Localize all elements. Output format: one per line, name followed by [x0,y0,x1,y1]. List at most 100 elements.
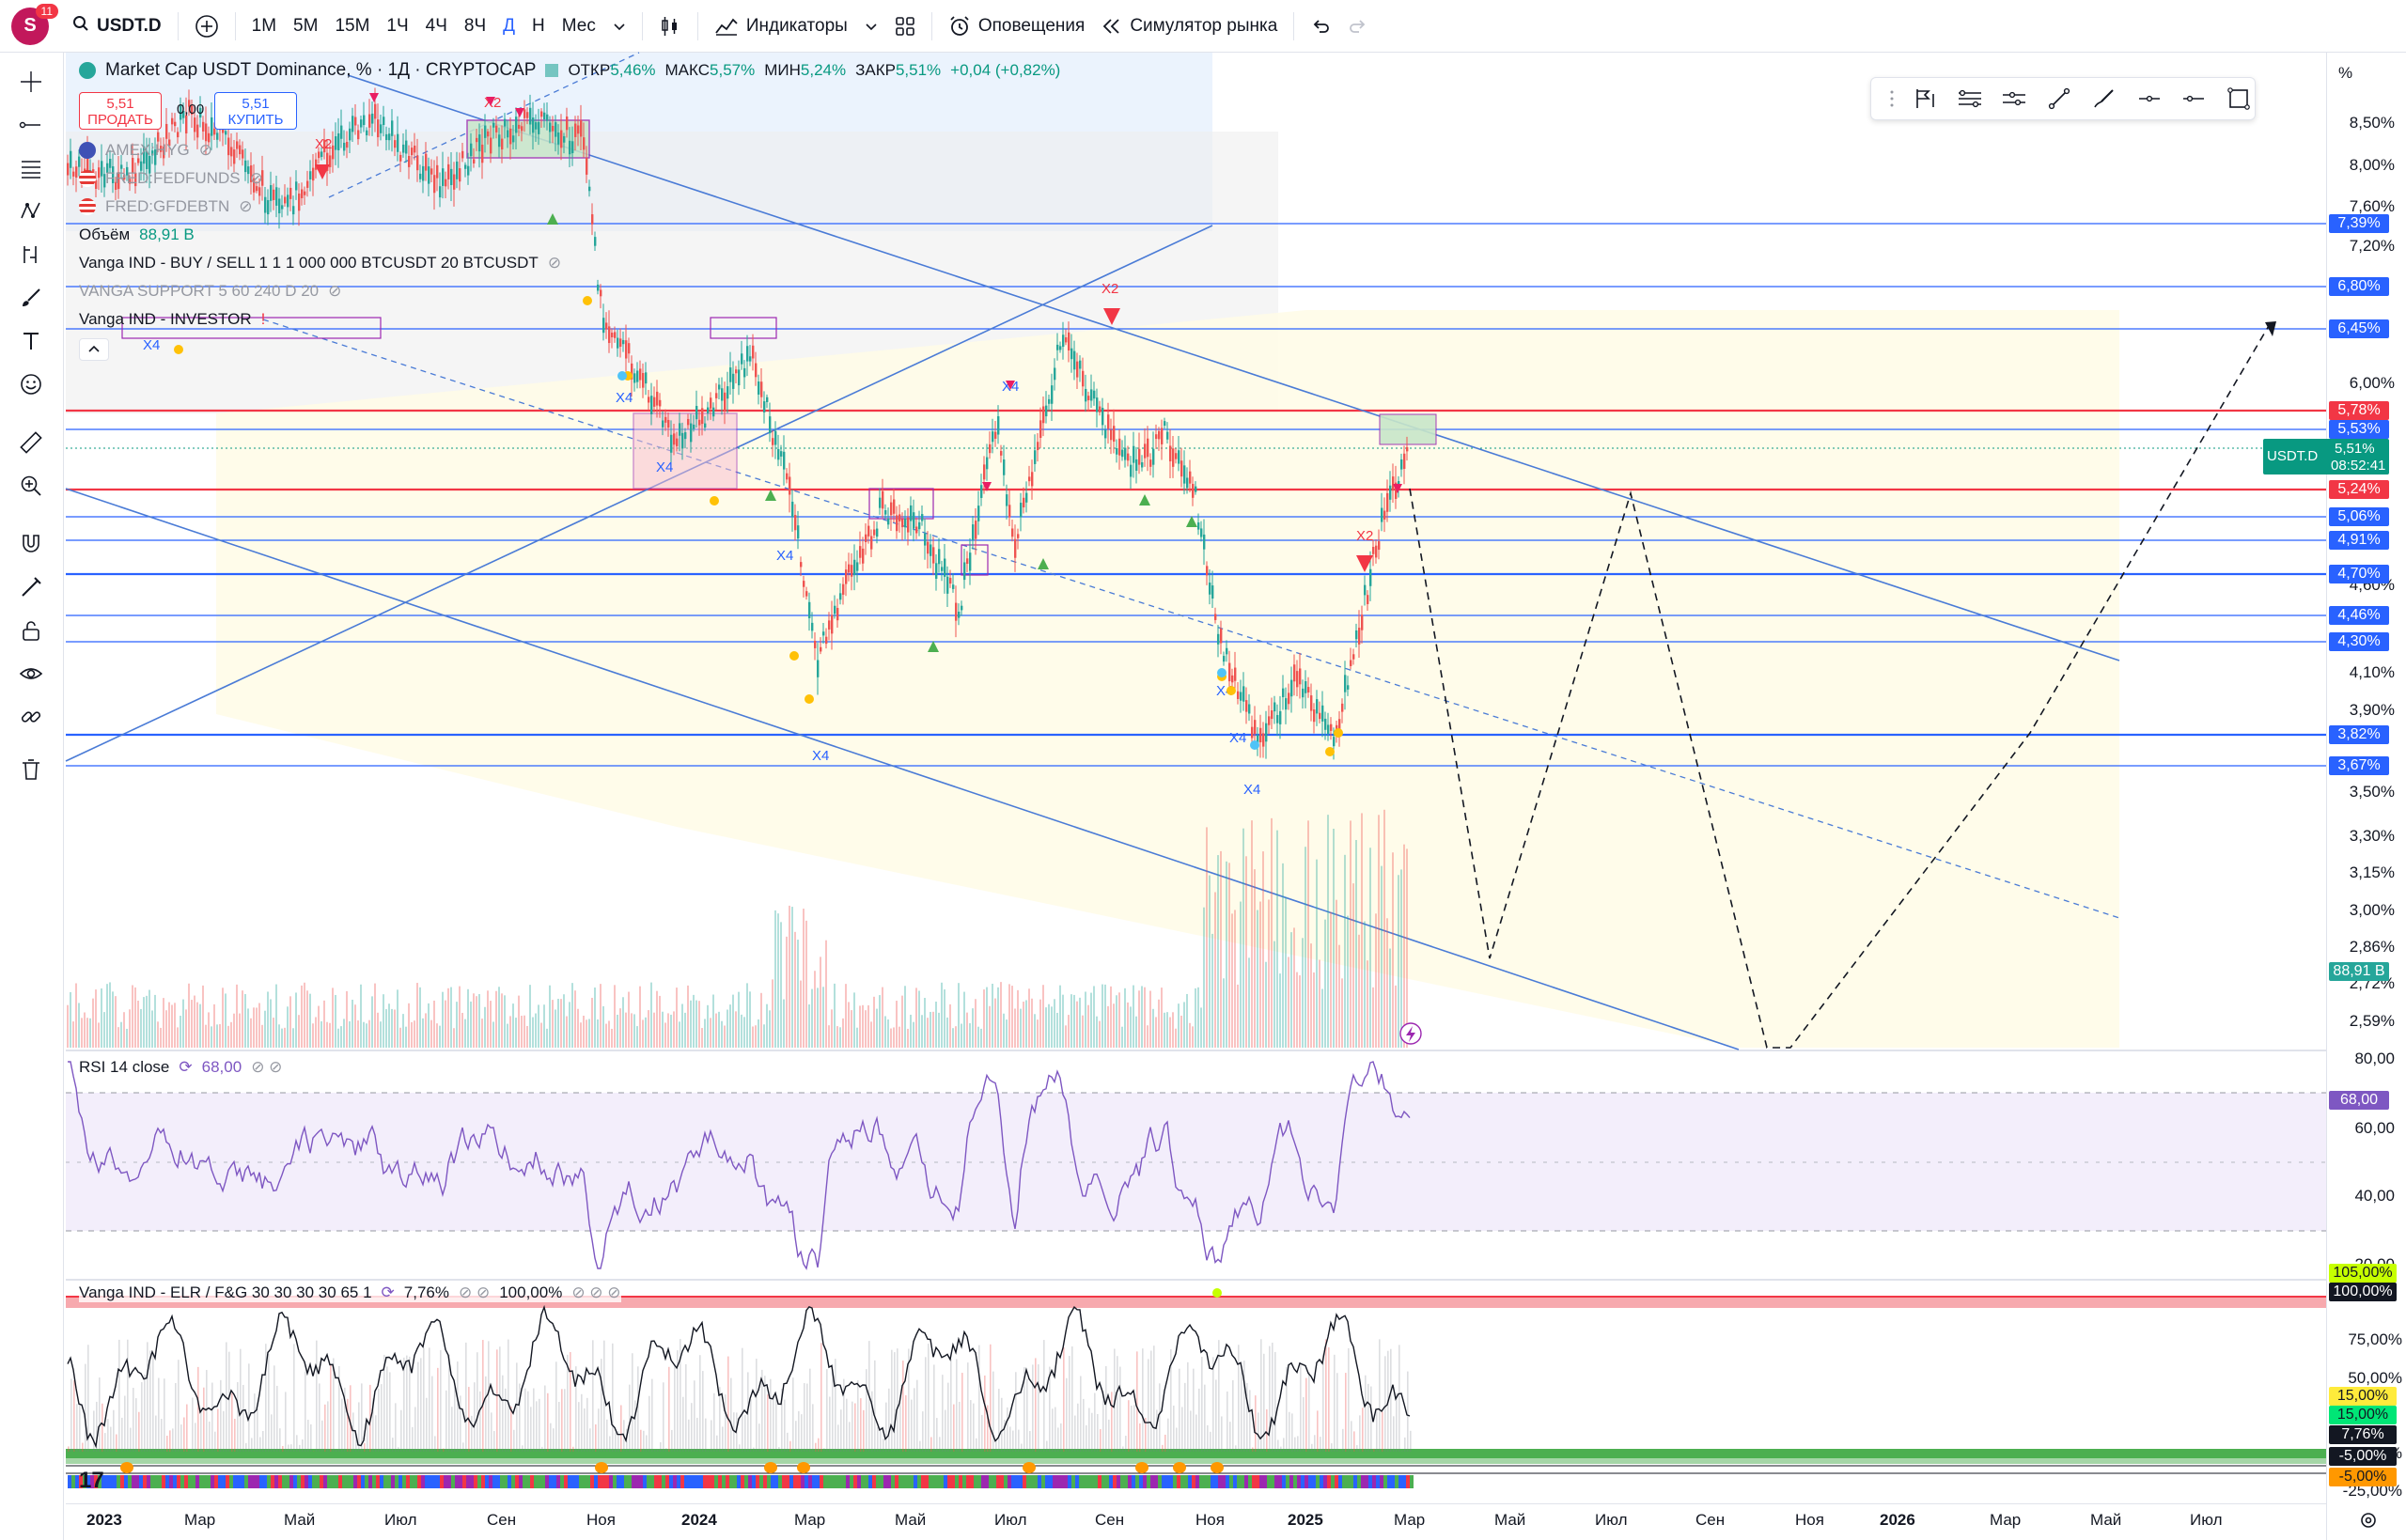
volume-bar [695,1000,697,1048]
horizontal-line-icon[interactable] [2133,83,2165,115]
strip-cell [271,1475,274,1488]
volume-bar [927,1018,929,1048]
ray-line-icon[interactable] [2178,83,2210,115]
elr-bar [1379,1339,1381,1452]
signal-dot [805,694,814,704]
volume-bar [1008,984,1010,1048]
strip-cell [1056,1475,1060,1488]
elr-bar [1365,1375,1367,1452]
elr-badge: 7,76% [2329,1425,2397,1444]
indicator-legend-3[interactable]: Vanga IND - INVESTOR ! [79,310,265,329]
buy-button[interactable]: 5,51 КУПИТЬ [214,92,297,130]
elr-bar [1356,1445,1358,1452]
drag-handle-icon[interactable] [1888,83,1896,115]
strip-cell [564,1475,568,1488]
volume-bar [165,1010,167,1048]
strip-cell [139,1475,143,1488]
elr-bar [1117,1356,1118,1452]
volume-bar [1192,1026,1194,1048]
strip-cell [154,1475,158,1488]
rectangle-icon[interactable] [2223,83,2255,115]
volume-bar [710,1018,711,1048]
elr-tick: 50,00% [2348,1369,2402,1387]
strip-cell [602,1475,605,1488]
elr-bar [169,1430,171,1452]
price-chart[interactable]: X2X2X2X2X4X4X4X4X4X4X4X4X4 17 [0,0,2326,1540]
candle-body [571,141,574,154]
volume-bar [1279,973,1281,1048]
parallel-channel-icon[interactable] [1954,83,1986,115]
candle-body [927,541,930,554]
candle-body [216,132,219,140]
elr-bar [727,1356,729,1452]
indicator-legend-1[interactable]: Vanga IND - BUY / SELL 1 1 1 000 000 BTC… [79,254,561,272]
strip-cell [658,1475,662,1488]
candle-body [495,125,498,132]
compare-row-3[interactable]: FRED:GFDEBTN ⊘ [79,197,252,216]
volume-legend[interactable]: Объём 88,91 B [79,226,195,244]
elr-bar [471,1415,473,1452]
volume-bar [1285,896,1287,1048]
volume-bar [1161,988,1163,1048]
elr-bar [1088,1408,1090,1452]
elr-legend[interactable]: Vanga IND - ELR / F&G 30 30 30 30 65 1 ⟳… [79,1283,621,1302]
collapse-legend-button[interactable] [79,338,109,361]
strip-cell [767,1475,771,1488]
strip-cell [188,1475,192,1488]
volume-bar [1305,847,1306,1048]
symbol-price-badge: USDT.D 5,51% 08:52:41 [2263,439,2389,474]
elr-bar [857,1380,859,1452]
sell-button[interactable]: 5,51 ПРОДАТЬ [79,92,162,130]
elr-bar [1207,1424,1209,1452]
strip-cell [944,1475,947,1488]
volume-bar [600,984,602,1048]
volume-bar [664,1022,666,1048]
rsi-legend[interactable]: RSI 14 close ⟳ 68,00 ⊘ ⊘ [79,1058,282,1077]
candle-body [295,181,298,191]
volume-bar [783,999,785,1048]
volume-bar [1245,856,1247,1048]
candle-body [710,397,712,409]
settings-gear-icon[interactable] [2359,1511,2378,1534]
candle-body [738,369,741,386]
compare-row-2[interactable]: FRED:FEDFUNDS ⊘ [79,169,263,188]
volume-bar [492,1021,494,1048]
volume-bar [78,1003,80,1048]
candle-body [1133,445,1135,463]
strip-cell [1331,1475,1335,1488]
elr-bar [820,1343,822,1452]
volume-bar [343,1019,345,1048]
volume-bar [1051,1006,1053,1048]
volume-bar [873,996,875,1048]
compare-row-1[interactable]: AMEX:HYG ⊘ [79,141,212,160]
volume-bar [1006,1019,1008,1048]
volume-bar [174,1003,176,1048]
elr-bar [155,1415,157,1452]
volume-bar [1341,978,1343,1048]
trend-line-icon[interactable] [2043,83,2075,115]
candle-body [1121,449,1124,458]
horizontal-ray-icon[interactable] [1998,83,2030,115]
elr-bar [716,1435,718,1452]
signal-label: X4 [616,390,633,406]
elr-bar [147,1342,148,1452]
elr-bar [1272,1342,1273,1452]
time-label-month: Сен [1095,1511,1125,1529]
candle-body [267,200,270,215]
flag-tool-icon[interactable] [1909,83,1941,115]
elr-bar [307,1419,309,1452]
strip-cell [286,1475,289,1488]
strip-cell [1019,1475,1023,1488]
pen-icon[interactable] [2088,83,2120,115]
strip-cell [801,1475,805,1488]
candle-body [1299,668,1302,685]
elr-bar [1258,1412,1259,1452]
zone-yellow [216,310,2119,1048]
elr-bar [595,1423,597,1452]
elr-bar [149,1350,151,1452]
time-label-month: Сен [487,1511,517,1529]
candle-body [1116,447,1118,455]
indicator-legend-2[interactable]: VANGA SUPPORT 5 60 240 D 20 ⊘ [79,282,341,301]
strip-cell [876,1475,880,1488]
candle-body [1290,679,1293,697]
